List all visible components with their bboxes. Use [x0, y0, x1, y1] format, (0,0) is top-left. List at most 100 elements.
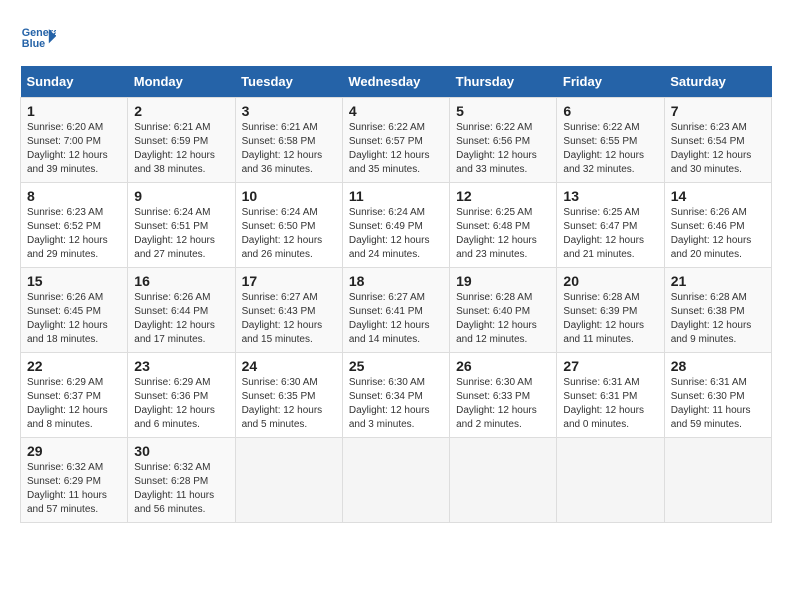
day-number: 27 [563, 358, 657, 374]
empty-cell [664, 438, 771, 523]
weekday-header-monday: Monday [128, 66, 235, 98]
day-info: Sunrise: 6:24 AMSunset: 6:49 PMDaylight:… [349, 207, 430, 260]
day-number: 7 [671, 103, 765, 119]
day-info: Sunrise: 6:21 AMSunset: 6:59 PMDaylight:… [134, 122, 215, 175]
weekday-header-tuesday: Tuesday [235, 66, 342, 98]
day-number: 23 [134, 358, 228, 374]
day-number: 10 [242, 188, 336, 204]
day-cell-30: 30 Sunrise: 6:32 AMSunset: 6:28 PMDaylig… [128, 438, 235, 523]
empty-cell [450, 438, 557, 523]
day-info: Sunrise: 6:20 AMSunset: 7:00 PMDaylight:… [27, 122, 108, 175]
day-cell-16: 16 Sunrise: 6:26 AMSunset: 6:44 PMDaylig… [128, 268, 235, 353]
weekday-header-friday: Friday [557, 66, 664, 98]
day-info: Sunrise: 6:23 AMSunset: 6:54 PMDaylight:… [671, 122, 752, 175]
weekday-header-sunday: Sunday [21, 66, 128, 98]
day-info: Sunrise: 6:31 AMSunset: 6:30 PMDaylight:… [671, 377, 751, 430]
day-number: 26 [456, 358, 550, 374]
day-cell-4: 4 Sunrise: 6:22 AMSunset: 6:57 PMDayligh… [342, 98, 449, 183]
day-info: Sunrise: 6:27 AMSunset: 6:43 PMDaylight:… [242, 292, 323, 345]
day-cell-17: 17 Sunrise: 6:27 AMSunset: 6:43 PMDaylig… [235, 268, 342, 353]
calendar-week-row: 15 Sunrise: 6:26 AMSunset: 6:45 PMDaylig… [21, 268, 772, 353]
day-info: Sunrise: 6:30 AMSunset: 6:34 PMDaylight:… [349, 377, 430, 430]
day-number: 11 [349, 188, 443, 204]
weekday-header-saturday: Saturday [664, 66, 771, 98]
day-cell-18: 18 Sunrise: 6:27 AMSunset: 6:41 PMDaylig… [342, 268, 449, 353]
calendar-table: SundayMondayTuesdayWednesdayThursdayFrid… [20, 66, 772, 523]
logo: General Blue [20, 20, 62, 56]
day-number: 4 [349, 103, 443, 119]
day-cell-2: 2 Sunrise: 6:21 AMSunset: 6:59 PMDayligh… [128, 98, 235, 183]
day-number: 30 [134, 443, 228, 459]
day-info: Sunrise: 6:21 AMSunset: 6:58 PMDaylight:… [242, 122, 323, 175]
day-number: 1 [27, 103, 121, 119]
day-info: Sunrise: 6:32 AMSunset: 6:28 PMDaylight:… [134, 462, 214, 515]
day-number: 15 [27, 273, 121, 289]
day-number: 3 [242, 103, 336, 119]
day-info: Sunrise: 6:23 AMSunset: 6:52 PMDaylight:… [27, 207, 108, 260]
day-number: 6 [563, 103, 657, 119]
day-cell-5: 5 Sunrise: 6:22 AMSunset: 6:56 PMDayligh… [450, 98, 557, 183]
day-cell-29: 29 Sunrise: 6:32 AMSunset: 6:29 PMDaylig… [21, 438, 128, 523]
calendar-week-row: 22 Sunrise: 6:29 AMSunset: 6:37 PMDaylig… [21, 353, 772, 438]
day-info: Sunrise: 6:26 AMSunset: 6:45 PMDaylight:… [27, 292, 108, 345]
day-info: Sunrise: 6:22 AMSunset: 6:55 PMDaylight:… [563, 122, 644, 175]
day-number: 13 [563, 188, 657, 204]
weekday-header-wednesday: Wednesday [342, 66, 449, 98]
empty-cell [342, 438, 449, 523]
day-info: Sunrise: 6:22 AMSunset: 6:57 PMDaylight:… [349, 122, 430, 175]
day-number: 24 [242, 358, 336, 374]
day-info: Sunrise: 6:28 AMSunset: 6:39 PMDaylight:… [563, 292, 644, 345]
day-number: 12 [456, 188, 550, 204]
day-cell-25: 25 Sunrise: 6:30 AMSunset: 6:34 PMDaylig… [342, 353, 449, 438]
day-number: 22 [27, 358, 121, 374]
day-info: Sunrise: 6:24 AMSunset: 6:51 PMDaylight:… [134, 207, 215, 260]
day-info: Sunrise: 6:25 AMSunset: 6:47 PMDaylight:… [563, 207, 644, 260]
empty-cell [557, 438, 664, 523]
day-cell-10: 10 Sunrise: 6:24 AMSunset: 6:50 PMDaylig… [235, 183, 342, 268]
day-info: Sunrise: 6:28 AMSunset: 6:40 PMDaylight:… [456, 292, 537, 345]
day-cell-15: 15 Sunrise: 6:26 AMSunset: 6:45 PMDaylig… [21, 268, 128, 353]
day-number: 28 [671, 358, 765, 374]
day-cell-22: 22 Sunrise: 6:29 AMSunset: 6:37 PMDaylig… [21, 353, 128, 438]
day-cell-11: 11 Sunrise: 6:24 AMSunset: 6:49 PMDaylig… [342, 183, 449, 268]
day-number: 20 [563, 273, 657, 289]
day-number: 2 [134, 103, 228, 119]
day-info: Sunrise: 6:28 AMSunset: 6:38 PMDaylight:… [671, 292, 752, 345]
day-number: 16 [134, 273, 228, 289]
day-cell-13: 13 Sunrise: 6:25 AMSunset: 6:47 PMDaylig… [557, 183, 664, 268]
day-info: Sunrise: 6:22 AMSunset: 6:56 PMDaylight:… [456, 122, 537, 175]
day-cell-21: 21 Sunrise: 6:28 AMSunset: 6:38 PMDaylig… [664, 268, 771, 353]
day-number: 19 [456, 273, 550, 289]
day-info: Sunrise: 6:29 AMSunset: 6:36 PMDaylight:… [134, 377, 215, 430]
day-info: Sunrise: 6:31 AMSunset: 6:31 PMDaylight:… [563, 377, 644, 430]
day-number: 25 [349, 358, 443, 374]
day-cell-24: 24 Sunrise: 6:30 AMSunset: 6:35 PMDaylig… [235, 353, 342, 438]
day-number: 5 [456, 103, 550, 119]
day-number: 17 [242, 273, 336, 289]
day-info: Sunrise: 6:25 AMSunset: 6:48 PMDaylight:… [456, 207, 537, 260]
page-header: General Blue [20, 20, 772, 56]
day-number: 14 [671, 188, 765, 204]
day-cell-7: 7 Sunrise: 6:23 AMSunset: 6:54 PMDayligh… [664, 98, 771, 183]
day-info: Sunrise: 6:32 AMSunset: 6:29 PMDaylight:… [27, 462, 107, 515]
weekday-header-row: SundayMondayTuesdayWednesdayThursdayFrid… [21, 66, 772, 98]
day-number: 29 [27, 443, 121, 459]
day-cell-8: 8 Sunrise: 6:23 AMSunset: 6:52 PMDayligh… [21, 183, 128, 268]
weekday-header-thursday: Thursday [450, 66, 557, 98]
day-cell-9: 9 Sunrise: 6:24 AMSunset: 6:51 PMDayligh… [128, 183, 235, 268]
day-info: Sunrise: 6:24 AMSunset: 6:50 PMDaylight:… [242, 207, 323, 260]
day-cell-6: 6 Sunrise: 6:22 AMSunset: 6:55 PMDayligh… [557, 98, 664, 183]
day-cell-14: 14 Sunrise: 6:26 AMSunset: 6:46 PMDaylig… [664, 183, 771, 268]
calendar-week-row: 29 Sunrise: 6:32 AMSunset: 6:29 PMDaylig… [21, 438, 772, 523]
day-cell-1: 1 Sunrise: 6:20 AMSunset: 7:00 PMDayligh… [21, 98, 128, 183]
day-cell-26: 26 Sunrise: 6:30 AMSunset: 6:33 PMDaylig… [450, 353, 557, 438]
day-cell-19: 19 Sunrise: 6:28 AMSunset: 6:40 PMDaylig… [450, 268, 557, 353]
day-number: 18 [349, 273, 443, 289]
empty-cell [235, 438, 342, 523]
logo-icon: General Blue [20, 20, 56, 56]
day-cell-27: 27 Sunrise: 6:31 AMSunset: 6:31 PMDaylig… [557, 353, 664, 438]
day-cell-3: 3 Sunrise: 6:21 AMSunset: 6:58 PMDayligh… [235, 98, 342, 183]
calendar-week-row: 8 Sunrise: 6:23 AMSunset: 6:52 PMDayligh… [21, 183, 772, 268]
day-number: 8 [27, 188, 121, 204]
day-info: Sunrise: 6:30 AMSunset: 6:35 PMDaylight:… [242, 377, 323, 430]
